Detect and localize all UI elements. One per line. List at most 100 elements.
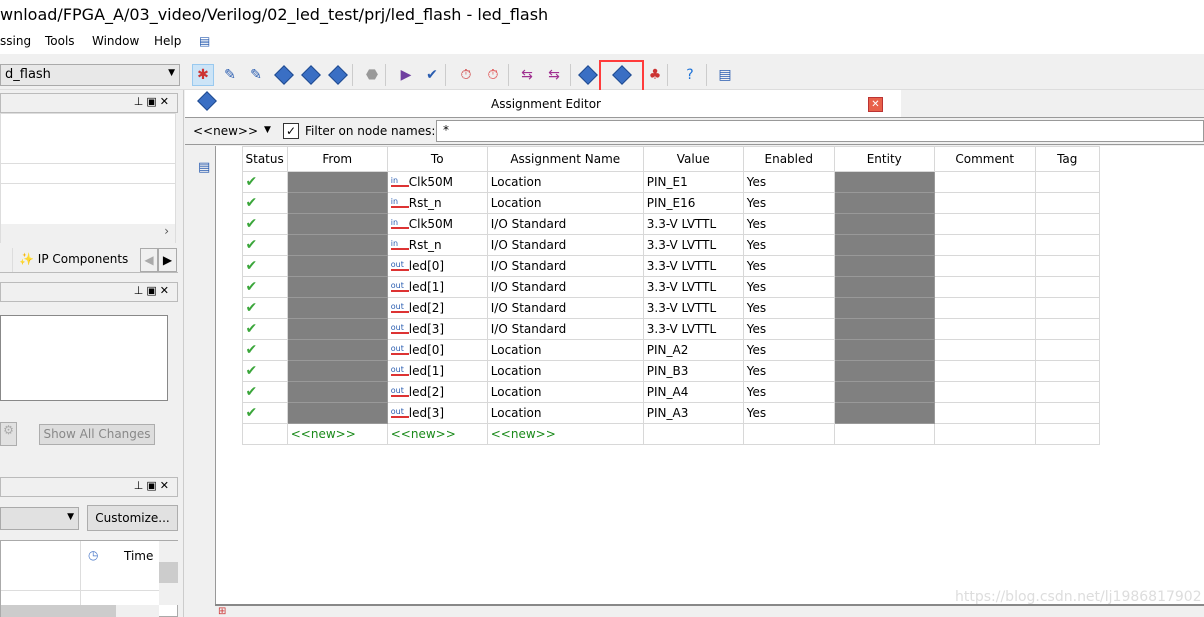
value-cell[interactable]: PIN_E16 <box>642 192 744 214</box>
table-row[interactable]: 3✔inClk50MI/O Standard3.3-V LVTTLYes <box>216 213 1100 235</box>
assignment-name-cell[interactable]: I/O Standard <box>486 297 644 319</box>
table-row[interactable]: 8✔outled[3]I/O Standard3.3-V LVTTLYes <box>216 318 1100 340</box>
comment-cell[interactable] <box>933 297 1036 319</box>
to-cell[interactable]: in Rst_n <box>386 234 488 256</box>
tag-cell[interactable] <box>1034 192 1100 214</box>
compilation-report-icon[interactable]: ✱ <box>192 64 214 86</box>
customize-button[interactable]: Customize... <box>87 505 178 531</box>
assignment-name-cell[interactable]: I/O Standard <box>486 255 644 277</box>
changes-icon-button[interactable]: ⚙ <box>0 422 17 446</box>
filter-input[interactable]: * <box>436 120 1204 142</box>
analysis-icon[interactable] <box>273 64 295 86</box>
table-row[interactable]: 6✔outled[1]I/O Standard3.3-V LVTTLYes <box>216 276 1100 298</box>
value-cell[interactable]: PIN_A2 <box>642 339 744 361</box>
entity-cell[interactable] <box>833 255 935 277</box>
entity-cell[interactable] <box>833 234 935 256</box>
assignment-name-cell[interactable]: Location <box>486 339 644 361</box>
show-all-changes-button[interactable]: Show All Changes <box>39 424 155 445</box>
panel-controls-icon[interactable]: ⊥▣✕ <box>134 479 172 492</box>
horizontal-scrollbar[interactable]: › <box>1 224 175 243</box>
tag-cell[interactable] <box>1034 213 1100 235</box>
timing-icon[interactable]: ⏱ <box>482 64 504 86</box>
stop-icon[interactable]: ⬣ <box>361 64 383 86</box>
to-cell[interactable]: out led[0] <box>386 339 488 361</box>
to-cell[interactable]: in Clk50M <box>386 213 488 235</box>
help-icon[interactable]: ? <box>679 64 701 86</box>
comment-cell[interactable] <box>933 171 1036 193</box>
to-cell[interactable]: in Rst_n <box>386 192 488 214</box>
column-header[interactable]: Tag <box>1034 146 1100 172</box>
entity-cell[interactable] <box>833 213 935 235</box>
timing-analyzer-icon[interactable]: ⏱ <box>455 64 477 86</box>
value-cell[interactable]: 3.3-V LVTTL <box>642 318 744 340</box>
enabled-cell[interactable]: Yes <box>742 381 835 403</box>
tag-cell[interactable] <box>1034 234 1100 256</box>
comment-cell[interactable] <box>933 360 1036 382</box>
entity-cell[interactable] <box>833 276 935 298</box>
from-cell[interactable] <box>286 360 388 382</box>
tab-scroll-left[interactable]: ◀ <box>140 248 158 272</box>
value-cell[interactable]: PIN_A4 <box>642 381 744 403</box>
menu-window[interactable]: Window <box>92 34 139 48</box>
value-cell[interactable]: 3.3-V LVTTL <box>642 234 744 256</box>
empty-cell[interactable] <box>833 423 935 445</box>
category-select[interactable]: <<new>> <box>193 124 258 138</box>
start-icon[interactable]: ▶ <box>395 64 417 86</box>
assignment-name-cell[interactable]: I/O Standard <box>486 234 644 256</box>
chevron-down-icon[interactable]: ▼ <box>264 125 271 135</box>
value-cell[interactable]: 3.3-V LVTTL <box>642 297 744 319</box>
comment-cell[interactable] <box>933 276 1036 298</box>
enabled-cell[interactable]: Yes <box>742 360 835 382</box>
value-cell[interactable]: PIN_A3 <box>642 402 744 424</box>
entity-cell[interactable] <box>833 192 935 214</box>
enabled-cell[interactable]: Yes <box>742 192 835 214</box>
empty-cell[interactable] <box>642 423 744 445</box>
entity-cell[interactable] <box>833 402 935 424</box>
project-select[interactable]: d_flash ▼ <box>0 64 180 86</box>
entity-cell[interactable] <box>833 318 935 340</box>
tag-cell[interactable] <box>1034 255 1100 277</box>
column-header[interactable]: Comment <box>933 146 1036 172</box>
empty-cell[interactable] <box>1034 423 1100 445</box>
from-cell[interactable] <box>286 297 388 319</box>
programmer-icon[interactable]: ♣ <box>644 64 666 86</box>
from-cell[interactable] <box>286 339 388 361</box>
messages-filter-select[interactable]: ▼ <box>0 507 79 530</box>
comment-icon[interactable]: ▤ <box>198 160 210 175</box>
close-icon[interactable]: ✕ <box>868 97 883 112</box>
tech-map-icon[interactable]: ⇆ <box>543 64 565 86</box>
fitter-icon[interactable] <box>327 64 349 86</box>
compile-icon[interactable]: ✔ <box>421 64 443 86</box>
table-row[interactable]: 9✔outled[0]LocationPIN_A2Yes <box>216 339 1100 361</box>
new-to-cell[interactable]: <<new>> <box>386 423 488 445</box>
comment-cell[interactable] <box>933 234 1036 256</box>
column-header[interactable]: Assignment Name <box>486 146 644 172</box>
tab-ip-components[interactable]: ✨ IP Components <box>12 248 140 272</box>
chip-planner-icon[interactable] <box>577 64 599 86</box>
assignment-name-cell[interactable]: I/O Standard <box>486 276 644 298</box>
entity-cell[interactable] <box>833 339 935 361</box>
enabled-cell[interactable]: Yes <box>742 402 835 424</box>
menu-help[interactable]: Help <box>154 34 181 48</box>
horizontal-scrollbar[interactable] <box>1 605 159 617</box>
assignment-name-cell[interactable]: Location <box>486 402 644 424</box>
enabled-cell[interactable]: Yes <box>742 276 835 298</box>
enabled-cell[interactable]: Yes <box>742 318 835 340</box>
value-cell[interactable]: 3.3-V LVTTL <box>642 213 744 235</box>
new-from-cell[interactable]: <<new>> <box>286 423 388 445</box>
assignment-name-cell[interactable]: I/O Standard <box>486 318 644 340</box>
filter-checkbox[interactable]: ✓ <box>283 123 299 139</box>
tag-cell[interactable] <box>1034 360 1100 382</box>
table-row[interactable]: 5✔outled[0]I/O Standard3.3-V LVTTLYes <box>216 255 1100 277</box>
enabled-cell[interactable]: Yes <box>742 255 835 277</box>
menu-tools[interactable]: Tools <box>45 34 75 48</box>
tag-cell[interactable] <box>1034 339 1100 361</box>
tag-cell[interactable] <box>1034 381 1100 403</box>
assignment-name-cell[interactable]: Location <box>486 192 644 214</box>
enabled-cell[interactable]: Yes <box>742 213 835 235</box>
from-cell[interactable] <box>286 255 388 277</box>
entity-cell[interactable] <box>833 360 935 382</box>
value-cell[interactable]: PIN_E1 <box>642 171 744 193</box>
empty-cell[interactable] <box>742 423 835 445</box>
editor-tab[interactable]: Assignment Editor ✕ <box>185 90 901 118</box>
